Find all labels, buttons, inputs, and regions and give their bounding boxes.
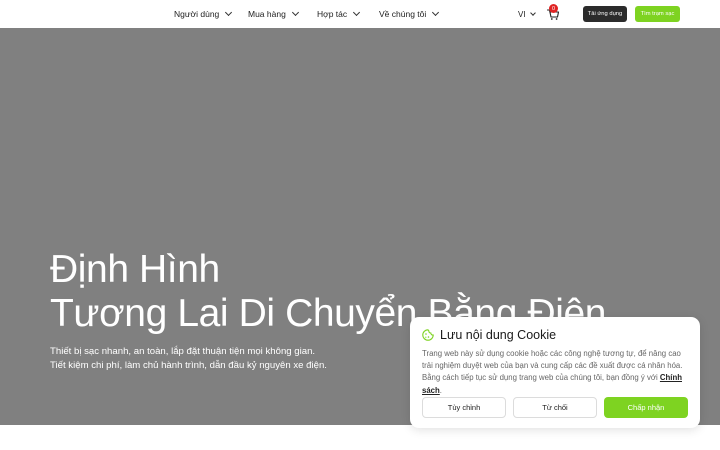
- chevron-down-icon: [291, 8, 299, 17]
- nav-label: Người dùng: [174, 9, 220, 19]
- cookie-title: Lưu nội dung Cookie: [440, 328, 557, 342]
- cookie-text-end: .: [439, 385, 442, 395]
- cart-count-badge: 0: [549, 4, 558, 13]
- nav-label: Hợp tác: [317, 9, 348, 19]
- hero-subtitle: Thiết bị sạc nhanh, an toàn, lắp đặt thu…: [50, 345, 327, 373]
- download-app-button[interactable]: Tải ứng dụng: [583, 6, 627, 22]
- hero-subtitle-line1: Thiết bị sạc nhanh, an toàn, lắp đặt thu…: [50, 346, 316, 357]
- nav-mua-hang[interactable]: Mua hàng: [248, 0, 299, 28]
- chevron-down-icon: [353, 8, 361, 17]
- cookie-accept-button[interactable]: Chấp nhận: [604, 397, 688, 418]
- cookie-consent-card: Lưu nội dung Cookie Trang web này sử dụn…: [410, 317, 700, 428]
- nav-nguoi-dung[interactable]: Người dùng: [174, 0, 233, 28]
- cookie-header: Lưu nội dung Cookie: [422, 328, 556, 342]
- site-header: Người dùng Mua hàng Hợp tác Về chúng tôi…: [0, 0, 720, 28]
- chevron-down-icon: [529, 9, 536, 16]
- hero-subtitle-line2: Tiết kiệm chi phí, làm chủ hành trình, d…: [50, 360, 327, 371]
- cookie-description: Trang web này sử dụng cookie hoặc các cô…: [422, 348, 692, 397]
- cookie-customize-button[interactable]: Tùy chỉnh: [422, 397, 506, 418]
- chevron-down-icon: [432, 8, 440, 17]
- nav-label: Về chúng tôi: [379, 9, 427, 19]
- hero-title-line1: Định Hình: [50, 248, 220, 291]
- cookie-text-body: Trang web này sử dụng cookie hoặc các cô…: [422, 349, 683, 383]
- find-station-button[interactable]: Tìm trạm sạc: [635, 6, 680, 22]
- nav-label: Mua hàng: [248, 9, 286, 19]
- nav-hop-tac[interactable]: Hợp tác: [317, 0, 361, 28]
- cookie-reject-button[interactable]: Từ chối: [513, 397, 597, 418]
- language-selector[interactable]: VI: [518, 0, 536, 28]
- chevron-down-icon: [225, 8, 233, 17]
- cookie-icon: [422, 329, 434, 341]
- nav-ve-chung-toi[interactable]: Về chúng tôi: [379, 0, 440, 28]
- language-label: VI: [518, 9, 526, 19]
